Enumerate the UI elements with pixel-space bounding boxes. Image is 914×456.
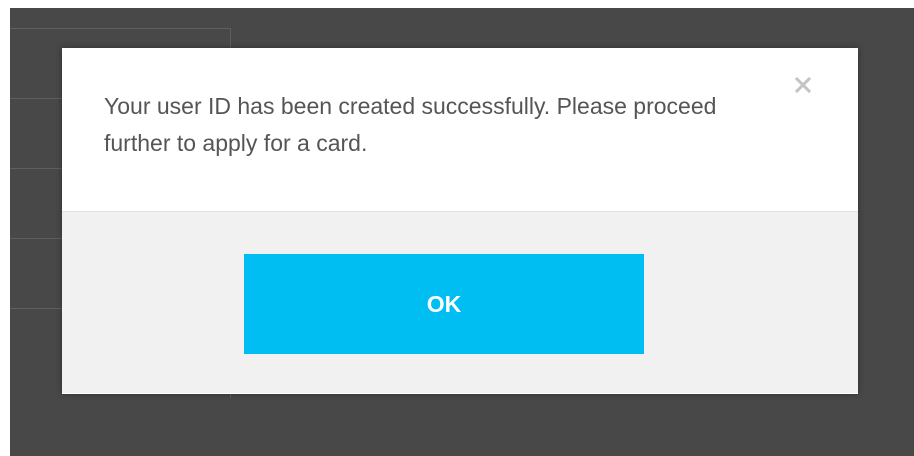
- success-dialog: Your user ID has been created successful…: [62, 48, 858, 394]
- viewport: Your user ID has been created successful…: [0, 0, 914, 456]
- dialog-footer: OK: [62, 212, 858, 393]
- close-icon[interactable]: [792, 74, 814, 96]
- ok-button[interactable]: OK: [244, 254, 644, 354]
- dialog-body: Your user ID has been created successful…: [62, 48, 858, 212]
- success-message: Your user ID has been created successful…: [104, 93, 717, 156]
